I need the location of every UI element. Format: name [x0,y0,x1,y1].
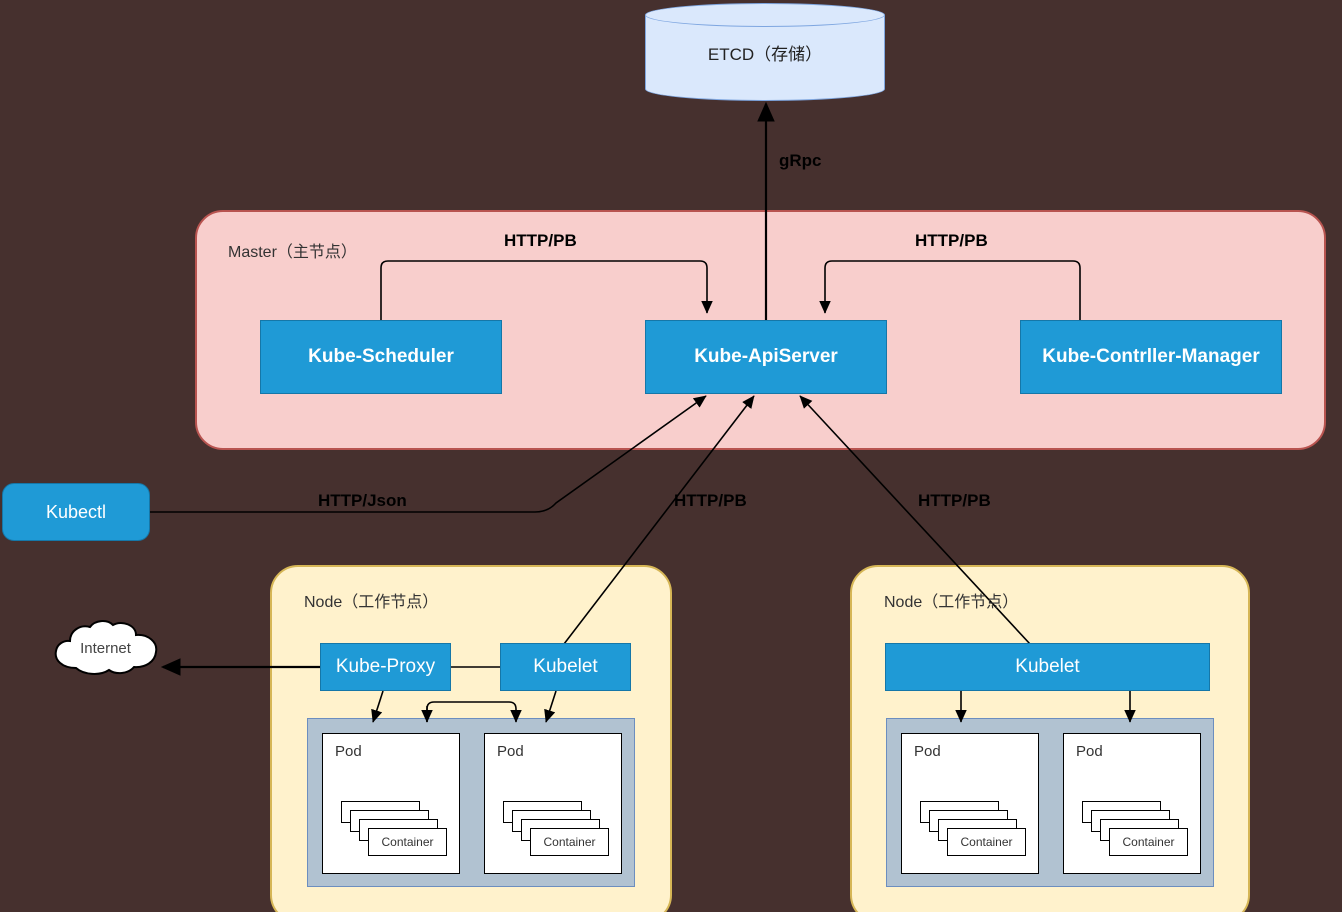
pod[interactable]: Pod Container [901,733,1039,874]
kube-proxy-label: Kube-Proxy [335,656,436,677]
kubelet-left-box[interactable]: Kubelet [500,643,631,691]
master-group-label: Master（主节点） [228,244,357,261]
container-label: Container [543,835,596,849]
etcd-cylinder[interactable]: ETCD（存储） [645,3,885,101]
pod[interactable]: Pod Container [484,733,622,874]
kube-scheduler-box[interactable]: Kube-Scheduler [260,320,502,394]
kube-proxy-box[interactable]: Kube-Proxy [320,643,451,691]
kubelet-right-box[interactable]: Kubelet [885,643,1210,691]
container-label: Container [960,835,1013,849]
kubelet-right-label: Kubelet [1015,656,1080,677]
node-left-pods-area: Pod Container Pod Container [307,718,635,887]
container-label: Container [381,835,434,849]
pod[interactable]: Pod Container [322,733,460,874]
kube-controller-manager-label: Kube-Contrller-Manager [1042,346,1260,367]
internet-cloud[interactable]: Internet [48,618,163,678]
kubectl-label: Kubectl [45,501,107,522]
edge-label-scheduler-to-api: HTTP/PB [504,231,577,250]
container-label: Container [1122,835,1175,849]
etcd-label: ETCD（存储） [707,44,823,64]
node-right-pods-area: Pod Container Pod Container [886,718,1214,887]
pod-label: Pod [497,743,524,760]
pod[interactable]: Pod Container [1063,733,1201,874]
kube-apiserver-box[interactable]: Kube-ApiServer [645,320,887,394]
pod-label: Pod [335,743,362,760]
edge-label-grpc: gRpc [779,151,822,170]
kubectl-box[interactable]: Kubectl [2,483,150,541]
pod-label: Pod [914,743,941,760]
kube-apiserver-label: Kube-ApiServer [694,346,838,367]
edge-label-kubectl-to-api: HTTP/Json [318,491,407,510]
edge-label-kubelet-left-to-api: HTTP/PB [674,491,747,510]
node-right-group-label: Node（工作节点） [884,594,1019,611]
container-box[interactable]: Container [1109,828,1188,856]
diagram-canvas: ETCD（存储） Master（主节点） Kube-Scheduler Kube… [0,0,1342,912]
edge-label-kubelet-right-to-api: HTTP/PB [918,491,991,510]
kube-controller-manager-box[interactable]: Kube-Contrller-Manager [1020,320,1282,394]
internet-label: Internet [80,639,131,657]
container-box[interactable]: Container [530,828,609,856]
container-box[interactable]: Container [368,828,447,856]
pod-label: Pod [1076,743,1103,760]
edge-label-controller-to-api: HTTP/PB [915,231,988,250]
container-box[interactable]: Container [947,828,1026,856]
kube-scheduler-label: Kube-Scheduler [308,346,454,367]
kubelet-left-label: Kubelet [533,656,598,677]
node-left-group-label: Node（工作节点） [304,594,439,611]
